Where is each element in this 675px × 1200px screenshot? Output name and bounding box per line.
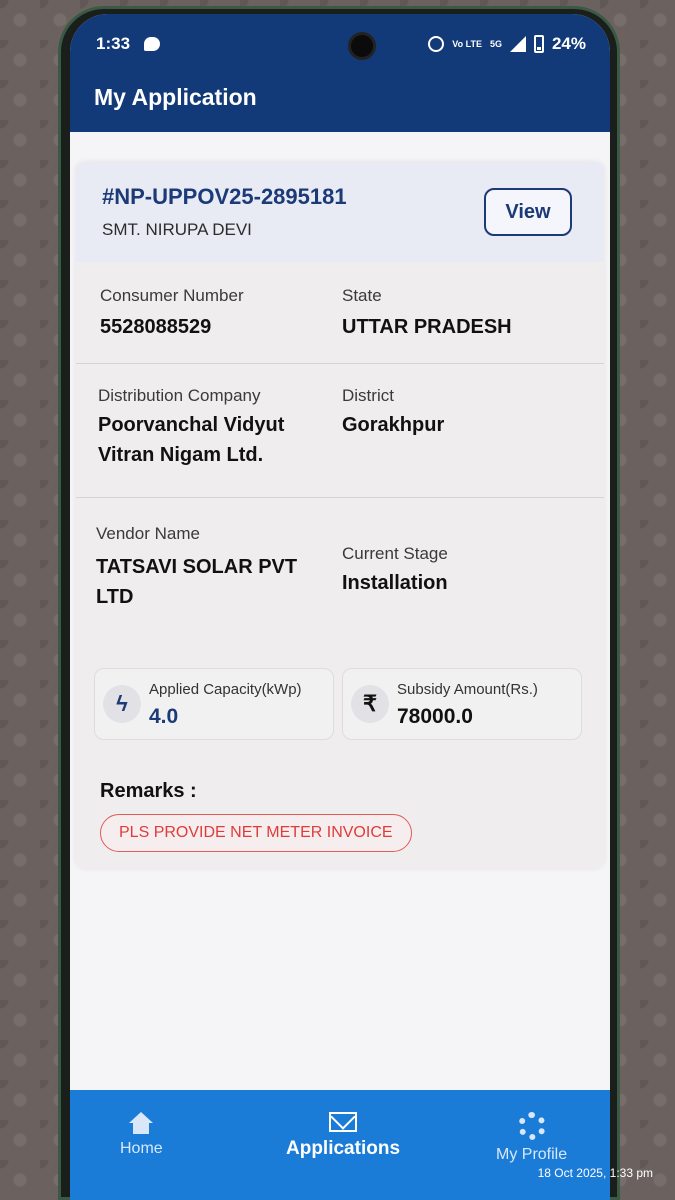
nav-applications[interactable]: Applications [286, 1112, 400, 1160]
lightning-icon: ϟ [103, 685, 141, 723]
district-value: Gorakhpur [342, 414, 445, 436]
top-app-bar: 1:33 Vo LTE 5G 24% My Application [70, 14, 610, 132]
signal-icon [509, 36, 526, 52]
alarm-icon [428, 36, 445, 52]
district-label: District [342, 386, 394, 405]
app-screen: 1:33 Vo LTE 5G 24% My Application #NP-UP… [70, 14, 610, 1200]
subsidy-label: Subsidy Amount(Rs.) [397, 681, 538, 698]
distribution-company-label: Distribution Company [98, 386, 261, 405]
bottom-nav: Home Applications My Profile [70, 1090, 610, 1200]
rupee-icon: ₹ [351, 685, 389, 723]
nav-home-label: Home [120, 1140, 163, 1157]
subsidy-stat: ₹ Subsidy Amount(Rs.) 78000.0 [342, 668, 582, 740]
vendor-name-label: Vendor Name [96, 524, 200, 543]
detail-row-2: Distribution Company Poorvanchal Vidyut … [76, 364, 604, 498]
vendor-name-cell: Vendor Name TATSAVI SOLAR PVT LTD [96, 524, 316, 612]
page-title: My Application [94, 84, 257, 110]
network-type: 5G [489, 38, 502, 49]
consumer-number-label: Consumer Number [100, 286, 244, 305]
applicant-name: SMT. NIRUPA DEVI [102, 220, 252, 239]
distribution-company-value: Poorvanchal Vidyut Vitran Nigam Ltd. [98, 414, 285, 466]
capacity-stat: ϟ Applied Capacity(kWp) 4.0 [94, 668, 334, 740]
district-cell: District Gorakhpur [342, 386, 444, 440]
message-icon [144, 37, 160, 51]
home-icon [129, 1112, 154, 1134]
nav-profile-label: My Profile [496, 1146, 568, 1163]
remark-badge: PLS PROVIDE NET METER INVOICE [100, 814, 412, 852]
status-time: 1:33 [96, 34, 131, 53]
battery-level: 24% [551, 34, 586, 53]
detail-row-1: Consumer Number 5528088529 State UTTAR P… [76, 262, 604, 364]
volte-icon: Vo LTE [452, 38, 482, 49]
state-cell: State UTTAR PRADESH [342, 286, 512, 342]
distribution-company-cell: Distribution Company Poorvanchal Vidyut … [98, 386, 328, 470]
front-camera [348, 32, 376, 60]
consumer-number-value: 5528088529 [100, 316, 212, 338]
current-stage-label: Current Stage [342, 544, 448, 563]
consumer-number-cell: Consumer Number 5528088529 [100, 286, 244, 342]
current-stage-value: Installation [342, 572, 448, 594]
current-stage-cell: Current Stage Installation [342, 544, 448, 598]
nav-home[interactable]: Home [120, 1112, 163, 1158]
state-value: UTTAR PRADESH [342, 316, 512, 338]
status-icons: Vo LTE 5G 24% [428, 34, 586, 54]
stats-row: ϟ Applied Capacity(kWp) 4.0 ₹ Subsidy Am… [94, 668, 594, 740]
remarks-title: Remarks : [100, 780, 197, 802]
battery-icon [533, 35, 544, 53]
subsidy-value: 78000.0 [397, 705, 473, 728]
application-id: #NP-UPPOV25-2895181 [102, 184, 347, 209]
capacity-value: 4.0 [149, 705, 179, 728]
gear-icon [517, 1112, 546, 1140]
view-button[interactable]: View [484, 188, 572, 236]
application-card: #NP-UPPOV25-2895181 SMT. NIRUPA DEVI Vie… [76, 162, 604, 868]
state-label: State [342, 286, 382, 305]
nav-profile[interactable]: My Profile [496, 1112, 567, 1164]
mail-icon [329, 1112, 357, 1132]
capacity-label: Applied Capacity(kWp) [149, 681, 302, 698]
nav-applications-label: Applications [286, 1138, 401, 1159]
detail-row-3: Vendor Name TATSAVI SOLAR PVT LTD Curren… [76, 498, 604, 638]
photo-timestamp: 18 Oct 2025, 1:33 pm [537, 1166, 653, 1180]
status-bar: 1:33 Vo LTE 5G 24% [96, 32, 586, 60]
application-header: #NP-UPPOV25-2895181 SMT. NIRUPA DEVI Vie… [76, 162, 604, 262]
vendor-name-value: TATSAVI SOLAR PVT LTD [96, 556, 298, 608]
